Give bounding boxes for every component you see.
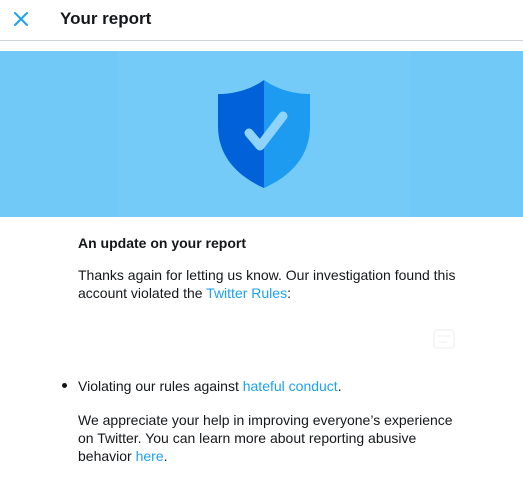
violation-list: Violating our rules against hateful cond…	[62, 377, 462, 465]
page-title: Your report	[60, 9, 152, 28]
intro-suffix: :	[287, 285, 291, 301]
hateful-conduct-link[interactable]: hateful conduct	[243, 378, 338, 394]
report-content: An update on your report Thanks again fo…	[78, 234, 458, 302]
bullet-icon	[62, 383, 67, 388]
closing-paragraph: We appreciate your help in improving eve…	[78, 411, 462, 465]
list-item: Violating our rules against hateful cond…	[62, 377, 462, 395]
report-heading: An update on your report	[78, 235, 246, 251]
faint-graphic-icon	[433, 329, 455, 349]
intro-paragraph: Thanks again for letting us know. Our in…	[78, 266, 458, 302]
bullet-text: Violating our rules against	[78, 378, 243, 394]
report-page: Your report An update on your report Tha…	[0, 0, 523, 481]
bullet-suffix: .	[337, 378, 342, 394]
closing-suffix: .	[163, 448, 168, 464]
learn-more-link[interactable]: here	[136, 448, 164, 464]
twitter-rules-link[interactable]: Twitter Rules	[206, 285, 287, 301]
shield-check-icon	[218, 80, 310, 188]
header-bar: Your report	[0, 0, 523, 41]
closing-text: We appreciate your help in improving eve…	[78, 412, 453, 464]
close-icon[interactable]	[13, 11, 29, 27]
close-button[interactable]	[7, 5, 35, 33]
